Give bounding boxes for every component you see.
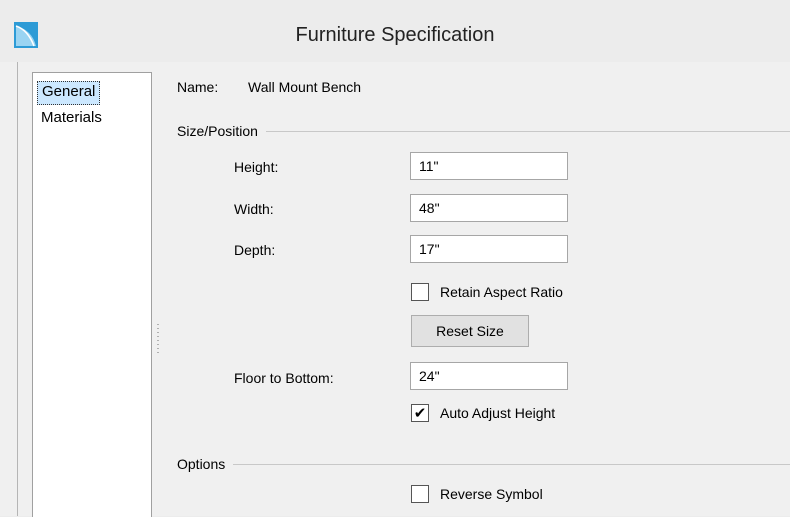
checkmark-icon: ✔ — [413, 404, 427, 422]
reverse-symbol-label[interactable]: Reverse Symbol — [440, 486, 543, 502]
options-divider — [177, 464, 790, 465]
options-group-title: Options — [177, 456, 234, 472]
nav-item-general[interactable]: General — [37, 81, 101, 105]
size-position-group-title: Size/Position — [177, 123, 266, 139]
width-label: Width: — [234, 201, 274, 217]
name-value: Wall Mount Bench — [248, 79, 362, 95]
floor-to-bottom-field[interactable] — [410, 362, 568, 390]
size-position-divider — [177, 131, 790, 132]
title-bar[interactable]: Furniture Specification — [0, 0, 790, 62]
reset-size-button[interactable]: Reset Size — [411, 315, 529, 347]
nav-item-materials[interactable]: Materials — [37, 107, 106, 129]
retain-aspect-ratio-checkbox[interactable] — [411, 283, 429, 301]
depth-label: Depth: — [234, 242, 276, 258]
depth-field[interactable] — [410, 235, 568, 263]
height-field[interactable] — [410, 152, 568, 180]
width-field[interactable] — [410, 194, 568, 222]
name-label: Name: — [177, 79, 219, 95]
window-title: Furniture Specification — [295, 24, 495, 46]
panel-splitter-grip[interactable] — [157, 324, 159, 354]
auto-adjust-height-label[interactable]: Auto Adjust Height — [440, 405, 555, 421]
category-list[interactable]: General Materials — [32, 72, 152, 517]
auto-adjust-height-checkbox[interactable]: ✔ — [411, 404, 429, 422]
floor-to-bottom-label: Floor to Bottom: — [234, 370, 334, 386]
frame-border — [17, 62, 18, 516]
retain-aspect-ratio-label[interactable]: Retain Aspect Ratio — [440, 284, 563, 300]
reverse-symbol-checkbox[interactable] — [411, 485, 429, 503]
height-label: Height: — [234, 159, 279, 175]
